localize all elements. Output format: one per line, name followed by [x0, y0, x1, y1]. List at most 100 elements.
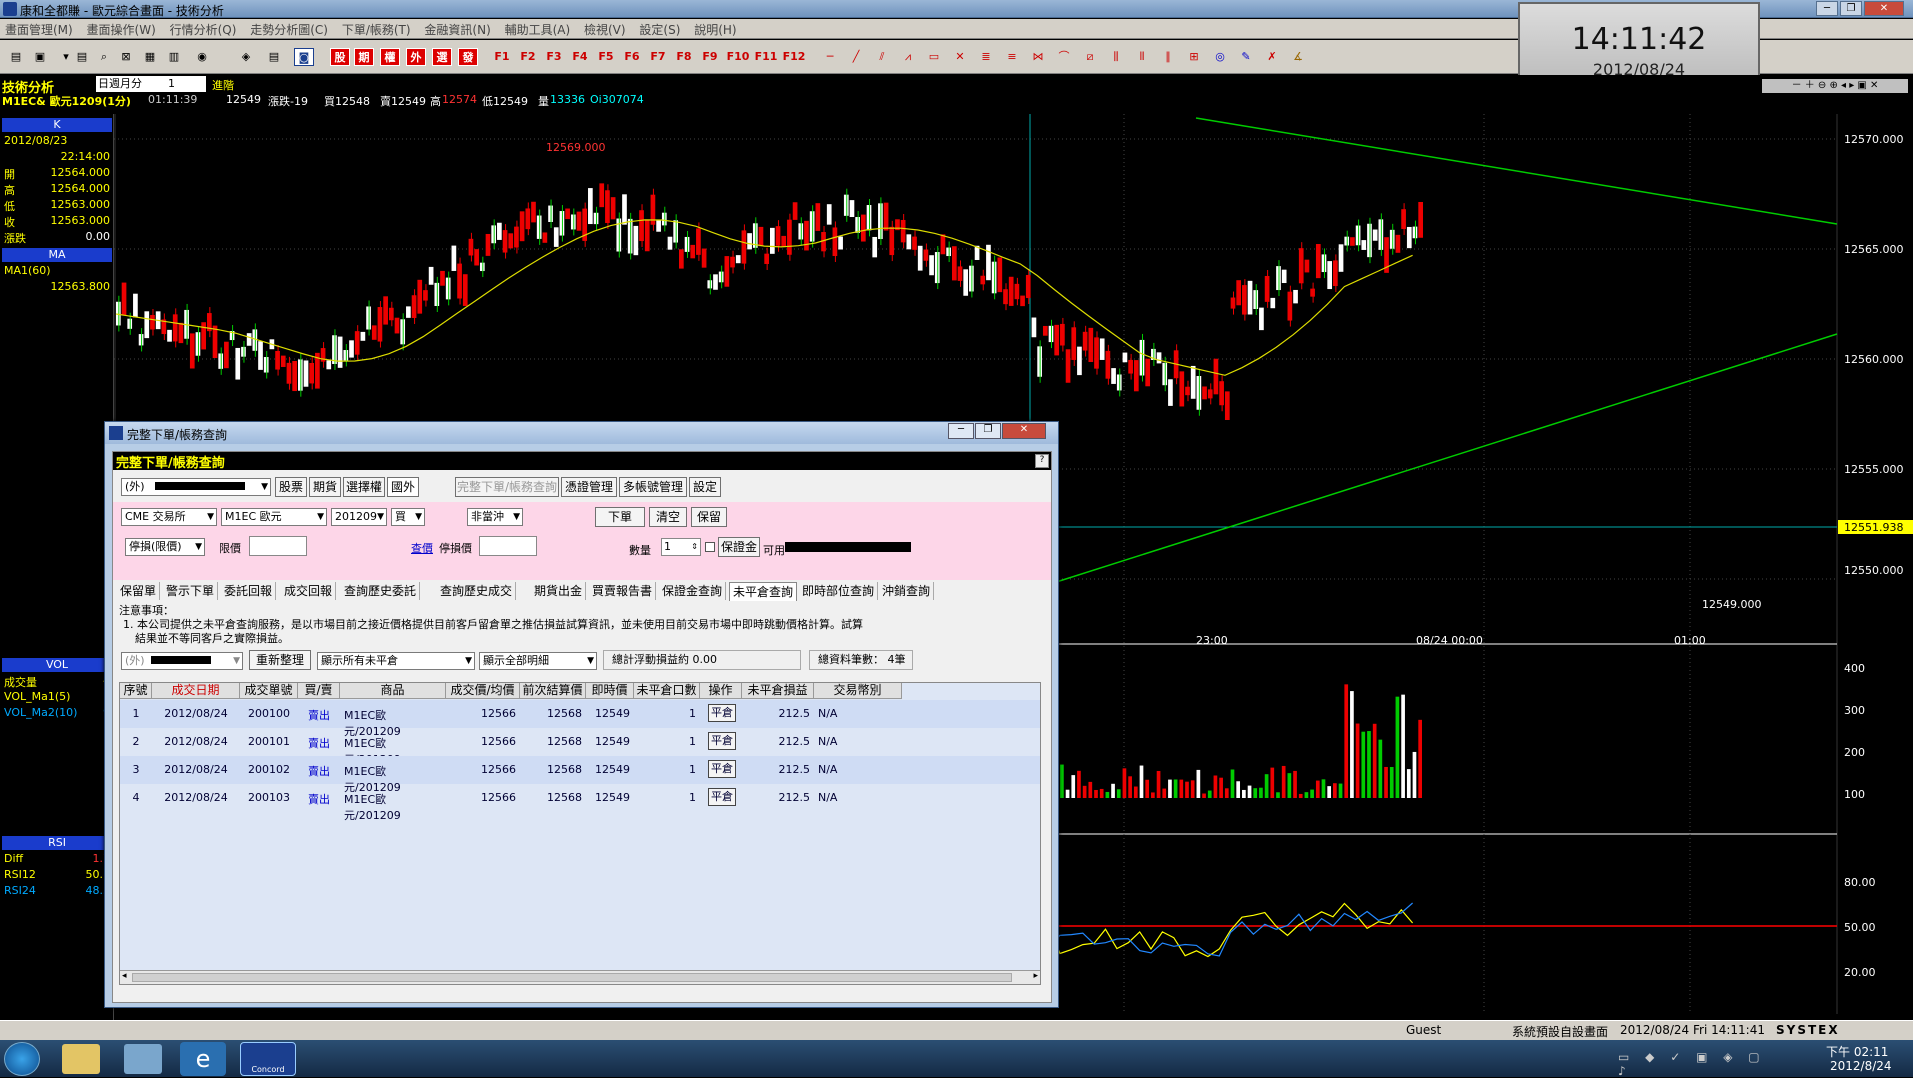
dialog-maximize-button[interactable]: ❐ [975, 423, 1001, 439]
clear-button[interactable]: 清空 [649, 507, 687, 527]
margin-button[interactable]: 保證金 [718, 537, 760, 557]
menu-order[interactable]: 下單/帳務(T) [337, 19, 416, 40]
keep-button[interactable]: 保留 [691, 507, 727, 527]
multi-account-button[interactable]: 多帳號管理 [619, 477, 687, 497]
f12-button[interactable]: F12 [782, 48, 806, 66]
cert-manage-button[interactable]: 憑證管理 [561, 477, 617, 497]
dialog-minimize-button[interactable]: ─ [948, 423, 974, 439]
options-quick-button[interactable]: 權 [380, 48, 400, 66]
tab-withdraw[interactable]: 期貨出金 [531, 582, 587, 600]
dialog-close-button[interactable]: ✕ [1002, 423, 1046, 439]
place-order-button[interactable]: 下單 [595, 507, 645, 527]
app-taskbar-icon[interactable] [124, 1044, 162, 1074]
col-product[interactable]: 商品 [340, 683, 446, 699]
explorer-taskbar-icon[interactable] [62, 1044, 100, 1074]
fan-tool-icon[interactable]: ⋈ [1028, 48, 1048, 66]
concord-taskbar-icon[interactable]: Concord [240, 1042, 296, 1076]
options-button[interactable]: 選擇權 [343, 477, 385, 497]
level-tool-icon[interactable]: ⊞ [1184, 48, 1204, 66]
col-open-qty[interactable]: 未平倉口數 [634, 683, 700, 699]
menu-screen-operate[interactable]: 畫面操作(W) [82, 19, 161, 40]
tab-order-report[interactable]: 委託回報 [221, 582, 277, 600]
issue-quick-button[interactable]: 發 [458, 48, 478, 66]
filter-account-select[interactable]: (外) [121, 652, 243, 670]
tab-trade-report[interactable]: 買賣報告書 [589, 582, 657, 600]
quantity-checkbox[interactable] [705, 542, 715, 552]
f6-button[interactable]: F6 [622, 48, 642, 66]
menu-chart[interactable]: 走勢分析圖(C) [245, 19, 333, 40]
select-quick-button[interactable]: 選 [432, 48, 452, 66]
col-action[interactable]: 操作 [700, 683, 742, 699]
col-side[interactable]: 買/賣 [298, 683, 340, 699]
col-date[interactable]: 成交日期 [152, 683, 240, 699]
col-last-price[interactable]: 即時價 [586, 683, 634, 699]
cycle-tool-icon[interactable]: ⦀ [1132, 48, 1152, 66]
side-select[interactable]: 買 [391, 508, 425, 526]
tab-realtime-position[interactable]: 即時部位查詢 [799, 582, 879, 600]
f10-button[interactable]: F10 [726, 48, 750, 66]
tab-alert-order[interactable]: 警示下單 [163, 582, 219, 600]
spiral-tool-icon[interactable]: ◎ [1210, 48, 1230, 66]
horizontal-scrollbar[interactable]: ◂ ▸ [120, 970, 1040, 984]
menu-finance[interactable]: 金融資訊(N) [419, 19, 495, 40]
col-settle-price[interactable]: 前次結算價 [520, 683, 586, 699]
toolbar-icon-9[interactable]: ◉ [192, 48, 212, 66]
f9-button[interactable]: F9 [700, 48, 720, 66]
start-button-icon[interactable] [4, 1042, 40, 1076]
maximize-button[interactable]: ❐ [1840, 1, 1862, 16]
zigzag-icon[interactable]: ⩘ [898, 48, 918, 66]
query-price-link[interactable]: 查價 [411, 540, 433, 556]
toolbar-icon-7[interactable]: ▦ [140, 48, 160, 66]
table-row[interactable]: 3 2012/08/24 200102 賣出 M1EC歐元/201209 12566 125… [120, 756, 1040, 794]
parallel-line-icon[interactable]: ⫽ [872, 48, 892, 66]
chart-zoom-buttons[interactable]: － ＋ ⊖ ⊕ ◂ ▸ ▣ ✕ [1762, 79, 1908, 93]
dialog-help-icon[interactable]: ? [1035, 454, 1049, 468]
tab-margin-query[interactable]: 保證金查詢 [659, 582, 727, 600]
menu-tools[interactable]: 輔助工具(A) [500, 19, 576, 40]
foreign-button[interactable]: 國外 [387, 477, 419, 497]
f11-button[interactable]: F11 [754, 48, 778, 66]
menu-view[interactable]: 檢視(V) [579, 19, 631, 40]
menu-help[interactable]: 說明(H) [689, 19, 741, 40]
toolbar-icon-1[interactable]: ▤ [6, 48, 26, 66]
col-currency[interactable]: 交易幣別 [814, 683, 902, 699]
table-row[interactable]: 1 2012/08/24 200100 賣出 M1EC歐元/201209 12566 125… [120, 700, 1040, 738]
close-position-button[interactable]: 平倉 [708, 760, 736, 778]
close-position-button[interactable]: 平倉 [708, 732, 736, 750]
settings-button[interactable]: 設定 [689, 477, 721, 497]
offset-select[interactable]: 非當沖 [467, 508, 523, 526]
quantity-stepper[interactable]: 1 ⇕ [661, 538, 701, 556]
toolbar-icon-11[interactable]: ▤ [264, 48, 284, 66]
account-select[interactable]: (外) [121, 478, 271, 496]
stock-quick-button[interactable]: 股 [330, 48, 350, 66]
channel-tool-icon[interactable]: ⧄ [1080, 48, 1100, 66]
stop-type-select[interactable]: 停損(限價) [125, 538, 205, 556]
limit-input[interactable] [249, 536, 307, 556]
toolbar-icon-4[interactable]: ▤ [72, 48, 92, 66]
menu-screen-manage[interactable]: 畫面管理(M) [0, 19, 78, 40]
stop-price-input[interactable] [479, 536, 537, 556]
tab-fill-report[interactable]: 成交回報 [281, 582, 337, 600]
grid-tool-icon[interactable]: ≡ [1002, 48, 1022, 66]
tab-offset-query[interactable]: 沖銷查詢 [879, 582, 935, 600]
tab-keep-order[interactable]: 保留單 [117, 582, 161, 600]
tab-history-fills[interactable]: 查詢歷史成交 [437, 582, 517, 600]
bars-tool-icon[interactable]: ⫼ [1106, 48, 1126, 66]
col-fill-price[interactable]: 成交價/均價 [446, 683, 520, 699]
minimize-button[interactable]: ─ [1816, 1, 1838, 16]
table-row[interactable]: 22012/08/24200101賣出M1EC歐元/20120912566125… [120, 728, 1040, 766]
f2-button[interactable]: F2 [518, 48, 538, 66]
fibo-tool-icon[interactable]: ≣ [976, 48, 996, 66]
tray-icons[interactable]: ▭ ◆ ✓ ▣ ◈ ▢ ♪ [1618, 1050, 1788, 1078]
f8-button[interactable]: F8 [674, 48, 694, 66]
table-row[interactable]: 4 2012/08/24 200103 賣出 M1EC歐元/201209 12566 125… [120, 784, 1040, 822]
filter-detail-select[interactable]: 顯示全部明細 [479, 652, 597, 670]
trend-line-icon[interactable]: ╱ [846, 48, 866, 66]
close-position-button[interactable]: 平倉 [708, 788, 736, 806]
delete-tool-icon[interactable]: ✗ [1262, 48, 1282, 66]
advance-button[interactable]: 進階 [212, 77, 234, 93]
tab-history-orders[interactable]: 查詢歷史委託 [341, 582, 421, 600]
f7-button[interactable]: F7 [648, 48, 668, 66]
pen-tool-icon[interactable]: ✎ [1236, 48, 1256, 66]
foreign-quick-button[interactable]: 外 [406, 48, 426, 66]
